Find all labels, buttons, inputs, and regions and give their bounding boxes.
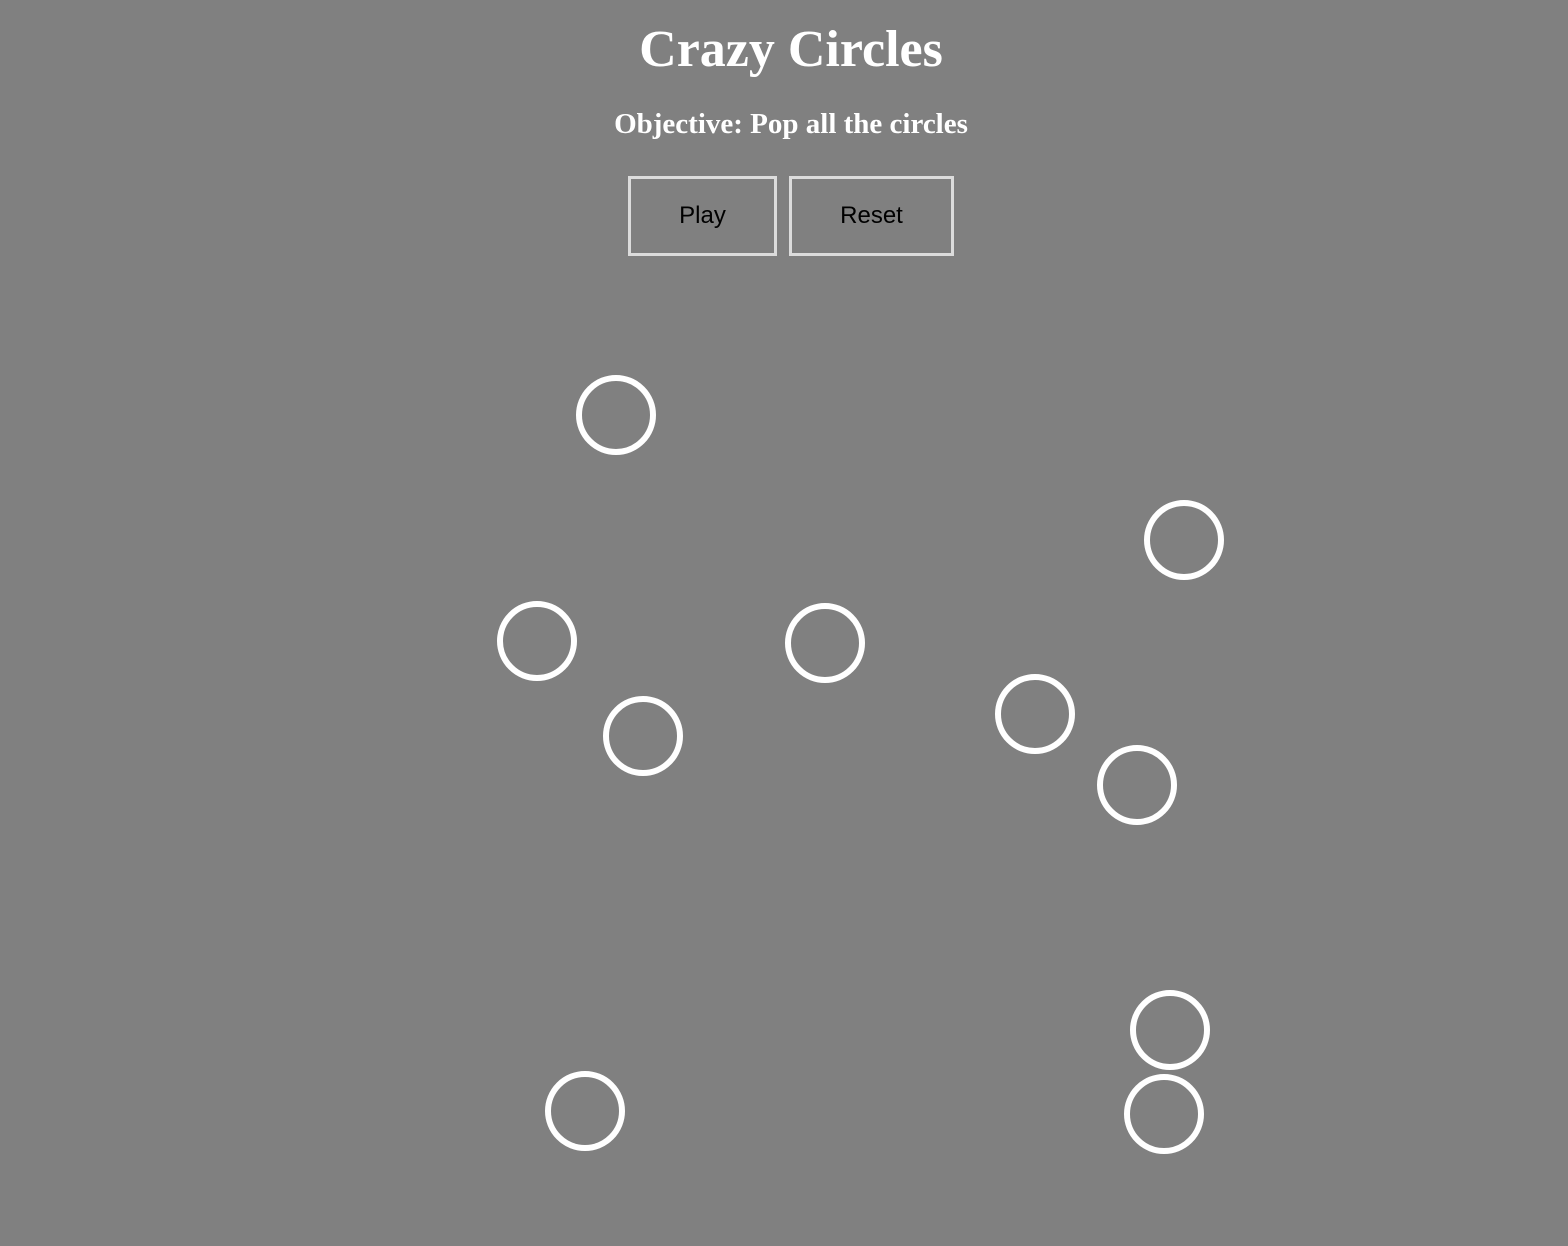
circle[interactable] [1124, 1074, 1204, 1154]
circle[interactable] [603, 696, 683, 776]
circle[interactable] [995, 674, 1075, 754]
play-button[interactable]: Play [628, 176, 777, 256]
circle[interactable] [1130, 990, 1210, 1070]
circle[interactable] [576, 375, 656, 455]
game-title: Crazy Circles [639, 21, 943, 78]
circle[interactable] [1144, 500, 1224, 580]
circle[interactable] [497, 601, 577, 681]
circle[interactable] [1097, 745, 1177, 825]
objective-text: Objective: Pop all the circles [614, 108, 968, 140]
circle[interactable] [785, 603, 865, 683]
circle[interactable] [545, 1071, 625, 1151]
reset-button[interactable]: Reset [789, 176, 954, 256]
